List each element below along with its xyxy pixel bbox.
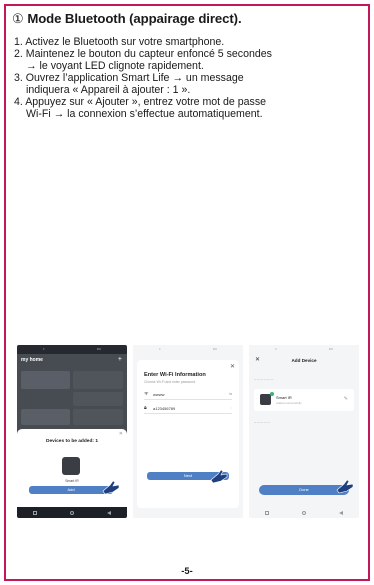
success-check-icon [270, 392, 274, 396]
step-3-line-2: indiquera « Appareil à ajouter : 1 ». [26, 84, 191, 96]
home-icon[interactable] [69, 510, 74, 515]
weather-tile [21, 371, 70, 389]
screenshot-add-device: • ••• ✕ Add Device ─ ─ ─ ─ ─ ─ Smart IR A… [249, 345, 359, 518]
section-title-text: Mode Bluetooth (appairage direct). [27, 11, 242, 26]
section-title: ① Mode Bluetooth (appairage direct). [12, 11, 362, 27]
tap-hand-icon [210, 469, 228, 484]
android-navbar [17, 507, 127, 518]
device-status: Added successfully [276, 401, 302, 405]
back-icon[interactable] [106, 510, 111, 515]
close-icon[interactable]: ✕ [230, 363, 235, 370]
wifi-dialog: ✕ Enter Wi-Fi Information Choose Wi-Fi a… [137, 360, 239, 508]
close-icon[interactable]: ✕ [119, 431, 123, 437]
back-icon[interactable] [338, 510, 343, 515]
status-bar: • ••• [133, 345, 243, 354]
home-icon[interactable] [301, 510, 306, 515]
add-device-title: Add Device [291, 358, 317, 363]
step-3-line-1: 3. Ouvrez l’application Smart Life → un … [14, 72, 244, 84]
smart-ir-device-icon [62, 457, 80, 475]
step-2-line-2: → le voyant LED clignote rapidement. [26, 60, 204, 72]
added-device-card: Smart IR Added successfully ✎ [254, 389, 354, 411]
device-tile [21, 409, 70, 425]
recent-apps-icon[interactable] [33, 510, 38, 515]
wifi-dialog-title: Enter Wi-Fi Information [144, 372, 206, 378]
page-number: -5- [181, 565, 193, 576]
screenshot-wifi-info: • ••• ✕ Enter Wi-Fi Information Choose Wi… [133, 345, 243, 518]
recent-apps-icon[interactable] [265, 510, 270, 515]
tap-hand-icon [336, 479, 354, 494]
step-2-line-1: 2. Maintenez le bouton du capteur enfonc… [14, 48, 272, 60]
device-tile [73, 409, 123, 425]
step-1-line-1: 1. Activez le Bluetooth sur votre smartp… [14, 36, 225, 48]
lock-icon: 🔒︎ [144, 405, 147, 411]
smart-ir-device-icon [260, 394, 271, 405]
edit-icon[interactable]: ✎ [344, 396, 348, 402]
devices-to-add-label: Devices to be added: 1 [46, 439, 98, 444]
status-bar: • ••• [249, 345, 359, 354]
added-label: ─ ─ ─ ─ ─ ─ [254, 378, 274, 382]
add-icon: + [117, 356, 122, 363]
instruction-list: 1. Activez le Bluetooth sur votre smartp… [14, 36, 362, 120]
discovery-sheet: ✕ Devices to be added: 1 Smart IR [17, 429, 127, 507]
section-number: ① [12, 11, 24, 26]
wifi-dialog-subtitle: Choose Wi-Fi and enter password [144, 380, 196, 384]
tap-hand-icon [102, 480, 120, 495]
home-title: my home [21, 357, 43, 363]
wifi-icon: ᯤ [144, 391, 149, 397]
device-tile [73, 392, 123, 406]
step-4-line-1: 4. Appuyez sur « Ajouter », entrez votre… [14, 96, 267, 108]
wifi-ssid-field[interactable]: ᯤ wwww ⇆ [144, 390, 232, 400]
switch-network-icon[interactable]: ⇆ [229, 392, 232, 396]
show-password-icon[interactable]: ◌ [230, 406, 232, 410]
screenshot-devices-found: • ••• my home + ✕ Devices to be added: 1 … [17, 345, 127, 518]
adding-label: ─ ─ ─ ─ ─ [254, 421, 270, 425]
wifi-ssid: wwww [153, 392, 165, 397]
step-4-line-2: Wi-Fi → la connexion s’effectue automati… [26, 108, 263, 120]
wifi-password: a123456789 [153, 406, 176, 411]
android-navbar [249, 507, 359, 518]
room-tile [73, 371, 123, 389]
status-bar: • ••• [17, 345, 127, 354]
wifi-password-field[interactable]: 🔒︎ a123456789 ◌ [144, 404, 232, 414]
device-name: Smart IR [276, 395, 292, 400]
